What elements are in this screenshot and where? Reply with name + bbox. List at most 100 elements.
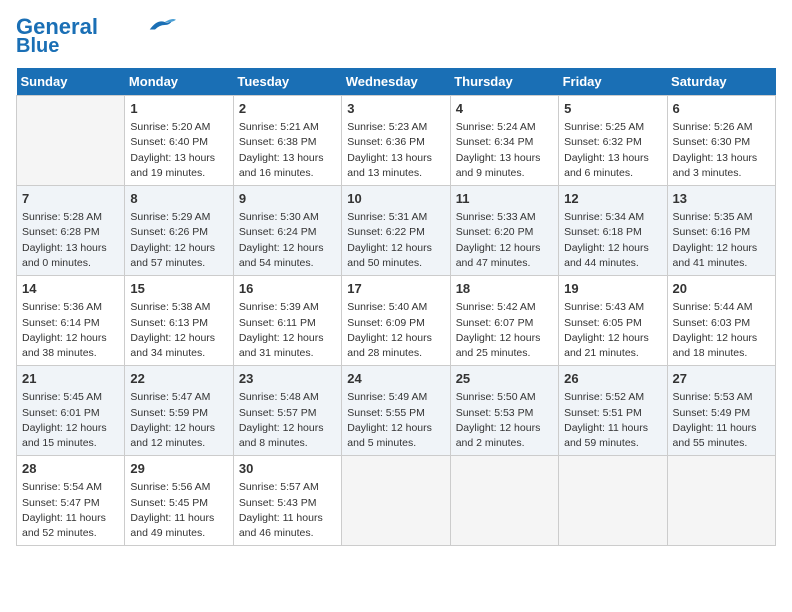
sunrise-label: Sunrise: 5:28 AM bbox=[22, 211, 102, 223]
col-header-thursday: Thursday bbox=[450, 68, 558, 96]
calendar-cell: 1Sunrise: 5:20 AMSunset: 6:40 PMDaylight… bbox=[125, 96, 233, 186]
logo-bird-icon bbox=[146, 16, 176, 34]
calendar-cell: 20Sunrise: 5:44 AMSunset: 6:03 PMDayligh… bbox=[667, 276, 775, 366]
sunset-label: Sunset: 6:24 PM bbox=[239, 226, 317, 238]
day-info: Sunrise: 5:31 AM Sunset: 6:22 PM Daylight:… bbox=[347, 210, 444, 271]
sunrise-label: Sunrise: 5:48 AM bbox=[239, 391, 319, 403]
sunrise-label: Sunrise: 5:31 AM bbox=[347, 211, 427, 223]
sunset-label: Sunset: 5:47 PM bbox=[22, 497, 100, 509]
day-info: Sunrise: 5:38 AMSunset: 6:13 PMDaylight:… bbox=[130, 300, 227, 361]
sunset-label: Sunset: 6:28 PM bbox=[22, 226, 100, 238]
sunrise-label: Sunrise: 5:52 AM bbox=[564, 391, 644, 403]
day-number: 22 bbox=[130, 370, 227, 388]
sunset-label: Sunset: 6:03 PM bbox=[673, 317, 751, 329]
col-header-wednesday: Wednesday bbox=[342, 68, 450, 96]
sunset-label: Sunset: 6:22 PM bbox=[347, 226, 425, 238]
day-info: Sunrise: 5:36 AMSunset: 6:14 PMDaylight:… bbox=[22, 300, 119, 361]
day-number: 8 bbox=[130, 190, 227, 208]
sunrise-label: Sunrise: 5:56 AM bbox=[130, 481, 210, 493]
daylight-label: Daylight: 12 hours and 54 minutes. bbox=[239, 242, 324, 269]
calendar-cell: 26Sunrise: 5:52 AMSunset: 5:51 PMDayligh… bbox=[559, 366, 667, 456]
daylight-label: Daylight: 12 hours and 44 minutes. bbox=[564, 242, 649, 269]
day-info: Sunrise: 5:57 AMSunset: 5:43 PMDaylight:… bbox=[239, 480, 336, 541]
calendar-cell bbox=[667, 456, 775, 546]
day-number: 30 bbox=[239, 460, 336, 478]
sunrise-label: Sunrise: 5:35 AM bbox=[673, 211, 753, 223]
day-info: Sunrise: 5:20 AMSunset: 6:40 PMDaylight:… bbox=[130, 120, 227, 181]
logo-text-blue: Blue bbox=[16, 36, 59, 56]
sunrise-label: Sunrise: 5:53 AM bbox=[673, 391, 753, 403]
sunrise-label: Sunrise: 5:36 AM bbox=[22, 301, 102, 313]
calendar-cell: 15Sunrise: 5:38 AMSunset: 6:13 PMDayligh… bbox=[125, 276, 233, 366]
header-row: SundayMondayTuesdayWednesdayThursdayFrid… bbox=[17, 68, 776, 96]
day-number: 25 bbox=[456, 370, 553, 388]
daylight-label: Daylight: 13 hours and 19 minutes. bbox=[130, 152, 215, 179]
day-number: 16 bbox=[239, 280, 336, 298]
daylight-label: Daylight: 11 hours and 55 minutes. bbox=[673, 422, 757, 449]
daylight-label: Daylight: 11 hours and 49 minutes. bbox=[130, 512, 214, 539]
daylight-label: Daylight: 12 hours and 31 minutes. bbox=[239, 332, 324, 359]
sunrise-label: Sunrise: 5:49 AM bbox=[347, 391, 427, 403]
daylight-label: Daylight: 12 hours and 34 minutes. bbox=[130, 332, 215, 359]
sunrise-label: Sunrise: 5:57 AM bbox=[239, 481, 319, 493]
sunset-label: Sunset: 5:45 PM bbox=[130, 497, 208, 509]
sunset-label: Sunset: 6:26 PM bbox=[130, 226, 208, 238]
day-number: 6 bbox=[673, 100, 770, 118]
calendar-cell: 3Sunrise: 5:23 AMSunset: 6:36 PMDaylight… bbox=[342, 96, 450, 186]
sunset-label: Sunset: 6:18 PM bbox=[564, 226, 642, 238]
day-info: Sunrise: 5:43 AMSunset: 6:05 PMDaylight:… bbox=[564, 300, 661, 361]
sunset-label: Sunset: 6:07 PM bbox=[456, 317, 534, 329]
daylight-label: Daylight: 12 hours and 41 minutes. bbox=[673, 242, 758, 269]
day-info: Sunrise: 5:44 AMSunset: 6:03 PMDaylight:… bbox=[673, 300, 770, 361]
sunset-label: Sunset: 6:14 PM bbox=[22, 317, 100, 329]
day-number: 19 bbox=[564, 280, 661, 298]
sunrise-label: Sunrise: 5:42 AM bbox=[456, 301, 536, 313]
sunrise-label: Sunrise: 5:26 AM bbox=[673, 121, 753, 133]
sunrise-label: Sunrise: 5:29 AM bbox=[130, 211, 210, 223]
calendar-cell: 16 Sunrise: 5:39 AM Sunset: 6:11 PM Dayligh… bbox=[233, 276, 341, 366]
daylight-label: Daylight: 12 hours and 50 minutes. bbox=[347, 242, 432, 269]
day-info: Sunrise: 5:34 AMSunset: 6:18 PMDaylight:… bbox=[564, 210, 661, 271]
sunrise-label: Sunrise: 5:24 AM bbox=[456, 121, 536, 133]
sunset-label: Sunset: 6:13 PM bbox=[130, 317, 208, 329]
day-number: 4 bbox=[456, 100, 553, 118]
calendar-cell bbox=[559, 456, 667, 546]
daylight-label: Daylight: 12 hours and 25 minutes. bbox=[456, 332, 541, 359]
calendar-cell: 24Sunrise: 5:49 AMSunset: 5:55 PMDayligh… bbox=[342, 366, 450, 456]
calendar-cell: 27Sunrise: 5:53 AMSunset: 5:49 PMDayligh… bbox=[667, 366, 775, 456]
daylight-label: Daylight: 12 hours and 2 minutes. bbox=[456, 422, 541, 449]
week-row-2: 7Sunrise: 5:28 AMSunset: 6:28 PMDaylight… bbox=[17, 186, 776, 276]
calendar-cell: 21Sunrise: 5:45 AMSunset: 6:01 PMDayligh… bbox=[17, 366, 125, 456]
page-header: General Blue bbox=[16, 16, 776, 56]
sunrise-label: Sunrise: 5:21 AM bbox=[239, 121, 319, 133]
calendar-cell: 5Sunrise: 5:25 AMSunset: 6:32 PMDaylight… bbox=[559, 96, 667, 186]
day-number: 17 bbox=[347, 280, 444, 298]
sunrise-label: Sunrise: 5:43 AM bbox=[564, 301, 644, 313]
week-row-4: 21Sunrise: 5:45 AMSunset: 6:01 PMDayligh… bbox=[17, 366, 776, 456]
day-info: Sunrise: 5:48 AMSunset: 5:57 PMDaylight:… bbox=[239, 390, 336, 451]
calendar-cell bbox=[342, 456, 450, 546]
calendar-cell: 28Sunrise: 5:54 AMSunset: 5:47 PMDayligh… bbox=[17, 456, 125, 546]
day-number: 21 bbox=[22, 370, 119, 388]
col-header-monday: Monday bbox=[125, 68, 233, 96]
calendar-cell bbox=[450, 456, 558, 546]
calendar-cell: 17Sunrise: 5:40 AMSunset: 6:09 PMDayligh… bbox=[342, 276, 450, 366]
sunrise-label: Sunrise: 5:39 AM bbox=[239, 301, 319, 313]
daylight-label: Daylight: 11 hours and 46 minutes. bbox=[239, 512, 323, 539]
sunset-label: Sunset: 6:36 PM bbox=[347, 136, 425, 148]
day-number: 12 bbox=[564, 190, 661, 208]
sunset-label: Sunset: 6:11 PM bbox=[239, 317, 316, 329]
col-header-sunday: Sunday bbox=[17, 68, 125, 96]
sunset-label: Sunset: 5:51 PM bbox=[564, 407, 642, 419]
calendar-cell bbox=[17, 96, 125, 186]
calendar-cell: 25Sunrise: 5:50 AMSunset: 5:53 PMDayligh… bbox=[450, 366, 558, 456]
day-info: Sunrise: 5:52 AMSunset: 5:51 PMDaylight:… bbox=[564, 390, 661, 451]
day-number: 18 bbox=[456, 280, 553, 298]
day-number: 23 bbox=[239, 370, 336, 388]
sunrise-label: Sunrise: 5:30 AM bbox=[239, 211, 319, 223]
calendar-cell: 18 Sunrise: 5:42 AM Sunset: 6:07 PM Dayligh… bbox=[450, 276, 558, 366]
calendar-cell: 2Sunrise: 5:21 AMSunset: 6:38 PMDaylight… bbox=[233, 96, 341, 186]
col-header-friday: Friday bbox=[559, 68, 667, 96]
calendar-cell: 23 Sunrise: 5:48 AMSunset: 5:57 PMDayligh… bbox=[233, 366, 341, 456]
calendar-cell: 13Sunrise: 5:35 AMSunset: 6:16 PMDayligh… bbox=[667, 186, 775, 276]
